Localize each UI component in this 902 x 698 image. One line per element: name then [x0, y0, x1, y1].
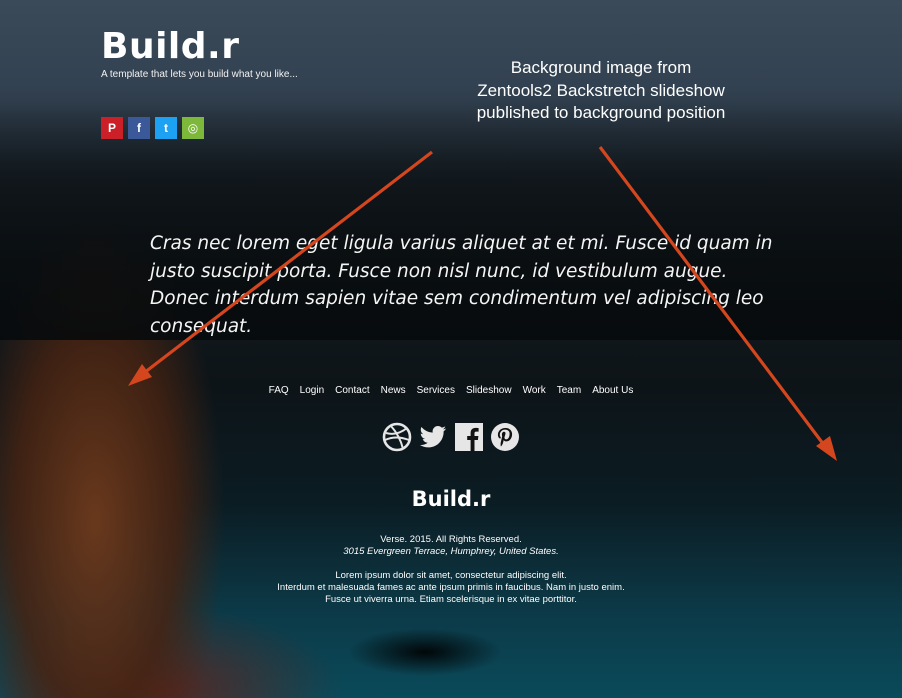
- facebook-icon[interactable]: f: [128, 117, 150, 139]
- nav-item-services[interactable]: Services: [417, 385, 455, 396]
- pinterest-icon[interactable]: P: [101, 117, 123, 139]
- hero-quote: Cras nec lorem eget ligula varius alique…: [150, 233, 773, 337]
- header-social-links: P f t ◎: [101, 117, 204, 139]
- dribbble-icon[interactable]: ◎: [182, 117, 204, 139]
- annotation-line-2: Zentools2 Backstretch slideshow: [477, 80, 725, 100]
- nav-item-contact[interactable]: Contact: [335, 385, 369, 396]
- footer-nav: FAQ Login Contact News Services Slidesho…: [0, 385, 902, 396]
- footer-logo[interactable]: Build.r: [0, 487, 902, 511]
- nav-item-slideshow[interactable]: Slideshow: [466, 385, 512, 396]
- address-text: 3015 Evergreen Terrace, Humphrey, United…: [343, 546, 559, 557]
- nav-item-team[interactable]: Team: [557, 385, 581, 396]
- footer-text-line: Lorem ipsum dolor sit amet, consectetur …: [335, 570, 567, 581]
- site-tagline: A template that lets you build what you …: [101, 69, 298, 80]
- nav-item-work[interactable]: Work: [523, 385, 546, 396]
- copyright-text: Verse. 2015. All Rights Reserved.: [380, 534, 522, 545]
- annotation-line-3: published to background position: [476, 103, 726, 122]
- site-logo[interactable]: Build.r: [101, 26, 239, 67]
- annotation-note: Background image from Zentools2 Backstre…: [456, 57, 746, 125]
- pinterest-icon[interactable]: [490, 422, 520, 452]
- footer-social-links: [0, 422, 902, 452]
- facebook-icon[interactable]: [454, 422, 484, 452]
- twitter-icon[interactable]: [418, 422, 448, 452]
- dribbble-icon[interactable]: [382, 422, 412, 452]
- nav-item-login[interactable]: Login: [300, 385, 324, 396]
- nav-item-about-us[interactable]: About Us: [592, 385, 633, 396]
- footer-text-line: Interdum et malesuada fames ac ante ipsu…: [277, 582, 625, 593]
- nav-item-news[interactable]: News: [381, 385, 406, 396]
- footer-text-line: Fusce ut viverra urna. Etiam scelerisque…: [325, 594, 577, 605]
- annotation-line-1: Background image from: [510, 58, 692, 77]
- footer-description: Lorem ipsum dolor sit amet, consectetur …: [0, 570, 902, 606]
- background-paddle: [305, 610, 525, 680]
- twitter-icon[interactable]: t: [155, 117, 177, 139]
- nav-item-faq[interactable]: FAQ: [269, 385, 289, 396]
- footer-copyright: Verse. 2015. All Rights Reserved. 3015 E…: [0, 534, 902, 558]
